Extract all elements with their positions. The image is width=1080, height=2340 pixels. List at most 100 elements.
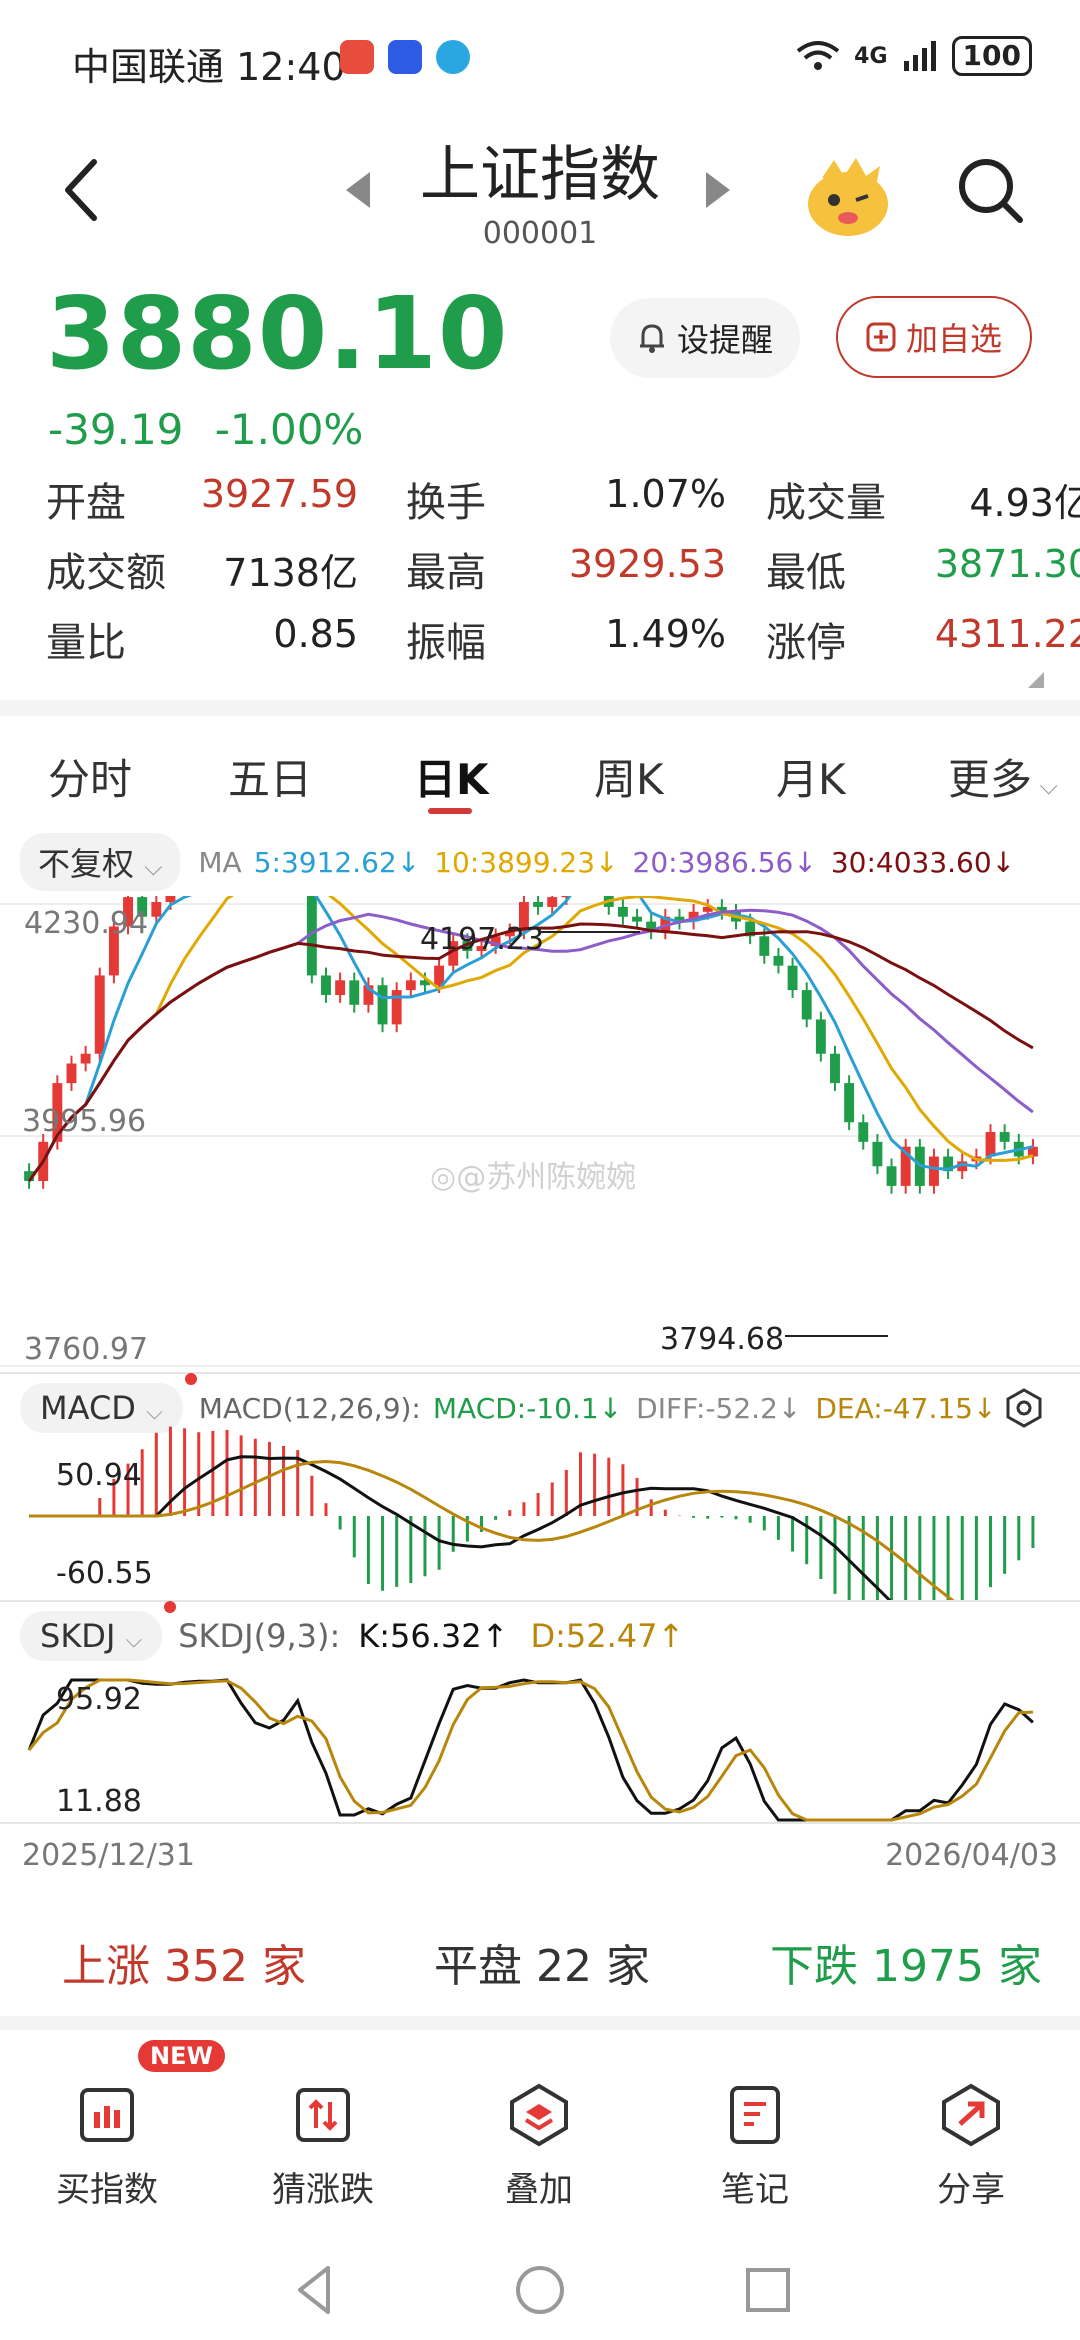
active-tab-indicator <box>428 808 472 814</box>
tab-label: 五日 <box>228 755 313 804</box>
macd-line <box>29 1459 955 1600</box>
stat-value: 3927.59 <box>200 472 358 516</box>
stats-grid: 开盘 3927.59 换手 1.07% 成交量 4.93亿 成交额 7138亿 最高 3929.5… <box>46 470 1080 680</box>
candle-body <box>886 1166 897 1186</box>
stat-item: 成交额 7138亿 <box>46 540 358 598</box>
candle-body <box>872 1141 883 1167</box>
bottom-action-label: 分享 <box>937 2170 1005 2210</box>
divider <box>0 1822 1080 1824</box>
kdj-chart[interactable] <box>0 1660 1080 1830</box>
candle-body <box>617 906 628 917</box>
candle-body <box>985 1132 996 1157</box>
candle-body <box>391 990 402 1025</box>
bell-icon <box>639 324 664 353</box>
kdj-y-top: 95.92 <box>56 1682 142 1717</box>
nav-back-icon[interactable] <box>298 2266 330 2314</box>
period-tabs: 分时 五日 日K 周K 月K 更多 ⌵ <box>0 730 1080 830</box>
stat-label: 成交量 <box>766 480 886 526</box>
kdj-y-bottom: 11.88 <box>56 1784 142 1819</box>
d-value: D:52.47↑ <box>530 1617 685 1655</box>
stat-value: 3871.30 <box>934 542 1080 586</box>
current-price: 3880.10 <box>46 275 509 392</box>
nav-recent-icon[interactable] <box>746 2268 790 2312</box>
plus-box-icon <box>866 322 896 352</box>
kdj-selector[interactable]: SKDJ ⌵ <box>20 1601 177 1661</box>
back-icon[interactable] <box>50 150 120 230</box>
chevron-down-icon: ⌵ <box>125 1628 143 1653</box>
stat-row: 开盘 3927.59 换手 1.07% 成交量 4.93亿 <box>46 470 1080 540</box>
set-alert-button[interactable]: 设提醒 <box>610 298 800 378</box>
price-change: -39.19 -1.00% <box>48 405 381 454</box>
ma-values: 5:3912.62↓ 10:3899.23↓ 20:3986.56↓ 30:4033.… <box>254 846 1029 879</box>
market-breadth: 上涨 352 家 平盘 22 家 下跌 1975 家 <box>0 1910 1080 2010</box>
macd-chart[interactable] <box>0 1420 1080 1600</box>
candle-body <box>405 980 416 991</box>
tab-1[interactable]: 五日 <box>228 746 312 807</box>
stat-label: 成交额 <box>46 550 166 596</box>
tab-label: 更多 <box>948 755 1033 804</box>
candle-body <box>844 1083 855 1123</box>
nav-home-icon[interactable] <box>516 2266 564 2314</box>
stat-item: 涨停 4311.22 <box>766 610 1080 668</box>
bottom-action-label: 买指数 <box>56 2170 158 2210</box>
stat-value: 3929.53 <box>568 542 726 586</box>
divider <box>0 1600 1080 1602</box>
bottom-action-0[interactable]: 买指数 <box>32 2080 182 2211</box>
candle-body <box>830 1053 840 1084</box>
header: 上证指数 000001 <box>0 120 1080 270</box>
bottom-action-label: 叠加 <box>505 2170 573 2210</box>
candle-body <box>533 902 544 907</box>
carrier-label: 中国联通 <box>72 45 225 89</box>
tab-4[interactable]: 月K <box>776 746 846 807</box>
candle-body <box>858 1122 869 1142</box>
y-bottom-label: 3760.97 <box>24 1332 149 1367</box>
search-icon[interactable] <box>950 150 1030 230</box>
add-watchlist-button[interactable]: 加自选 <box>836 296 1032 378</box>
bottom-action-4[interactable]: 分享 <box>896 2080 1046 2211</box>
bottom-action-1[interactable]: 猜涨跌 <box>248 2080 398 2211</box>
candle-body <box>815 1019 826 1054</box>
ma-prefix: MA <box>198 845 242 879</box>
share-icon <box>942 2083 1000 2147</box>
tab-5[interactable]: 更多 ⌵ <box>948 746 1058 807</box>
candle-body <box>547 897 558 907</box>
next-arrow-icon[interactable] <box>706 172 730 208</box>
tab-3[interactable]: 周K <box>594 746 664 807</box>
stat-label: 量比 <box>46 620 126 666</box>
candle-body <box>165 896 176 903</box>
expand-corner-icon[interactable] <box>1028 672 1044 688</box>
stat-label: 涨停 <box>766 620 846 666</box>
candle-body <box>321 975 331 996</box>
stat-label: 开盘 <box>46 480 126 526</box>
system-nav-bar <box>298 2266 790 2314</box>
tab-label: 日K <box>414 755 489 804</box>
advancers: 上涨 352 家 <box>62 1941 306 1992</box>
prev-arrow-icon[interactable] <box>346 172 370 208</box>
app-notification-icon <box>388 40 422 74</box>
adjust-selector[interactable]: 不复权 ⌵ <box>20 833 181 891</box>
red-dot <box>184 1373 197 1385</box>
stat-value: 1.07% <box>605 472 726 516</box>
tab-label: 分时 <box>48 755 133 804</box>
watermark-text: @苏州陈婉婉 <box>456 1160 637 1195</box>
bottom-action-3[interactable]: 笔记 <box>680 2080 830 2211</box>
candlestick-chart[interactable] <box>0 896 1080 1376</box>
macd-y-top: 50.94 <box>56 1458 142 1493</box>
candle-body <box>929 1156 939 1186</box>
candle-body <box>66 1063 77 1084</box>
start-date: 2025/12/31 <box>22 1838 195 1873</box>
stat-value: 7138亿 <box>223 551 358 595</box>
bottom-action-2[interactable]: 叠加 <box>464 2080 614 2211</box>
stat-item: 开盘 3927.59 <box>46 470 358 528</box>
stat-row: 成交额 7138亿 最高 3929.53 最低 3871.30 <box>46 540 1080 610</box>
kdj-line <box>27 1678 1034 1822</box>
mascot-icon[interactable] <box>800 148 896 244</box>
tab-2[interactable]: 日K <box>414 746 489 807</box>
candle-body <box>80 1053 91 1064</box>
candle-body <box>349 980 360 1005</box>
tab-0[interactable]: 分时 <box>48 746 132 807</box>
divider <box>0 700 1080 716</box>
tab-label: 周K <box>594 755 664 804</box>
page-title: 上证指数 <box>420 140 660 210</box>
stat-label: 最低 <box>766 550 846 596</box>
